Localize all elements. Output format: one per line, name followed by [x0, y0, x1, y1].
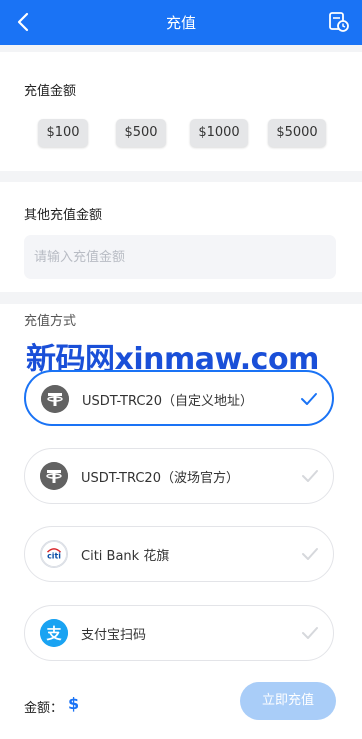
tether-icon [41, 385, 69, 413]
alipay-icon: 支 [40, 619, 68, 647]
payment-method-usdt-custom[interactable]: USDT-TRC20（自定义地址） [24, 370, 334, 426]
payment-method-alipay[interactable]: 支 支付宝扫码 [24, 605, 334, 661]
svg-text:支: 支 [45, 625, 62, 643]
custom-amount-input[interactable] [24, 235, 336, 279]
checkmark-icon [302, 548, 318, 560]
payment-method-usdt-official[interactable]: USDT-TRC20（波场官方） [24, 448, 334, 504]
recharge-submit-button[interactable]: 立即充值 [240, 682, 336, 720]
page-title: 充值 [165, 14, 196, 32]
amount-option-5000[interactable]: $5000 [268, 119, 326, 147]
payment-method-label-text: Citi Bank 花旗 [81, 549, 170, 564]
amount-option-100[interactable]: $100 [38, 119, 88, 147]
tether-icon [40, 462, 68, 490]
payment-method-label-text: USDT-TRC20（自定义地址） [82, 394, 253, 409]
currency-symbol: $ [68, 694, 80, 713]
app-header: 充值 [0, 0, 362, 45]
payment-method-label-text: 支付宝扫码 [81, 628, 147, 643]
checkmark-icon [302, 470, 318, 482]
custom-amount-section: 其他充值金额 [0, 182, 362, 292]
payment-method-label: 充值方式 [24, 314, 77, 329]
custom-amount-label: 其他充值金额 [24, 208, 103, 223]
checkmark-icon [302, 627, 318, 639]
svg-text:citi: citi [47, 552, 61, 561]
payment-method-citi-bank[interactable]: citi Citi Bank 花旗 [24, 526, 334, 582]
amount-option-1000[interactable]: $1000 [190, 119, 248, 147]
quick-amount-section: 充值金额 $100 $500 $1000 $5000 [0, 52, 362, 171]
checkmark-icon [301, 393, 317, 405]
total-amount-label: 金额： [24, 701, 64, 716]
recharge-record-icon[interactable] [328, 11, 350, 33]
amount-option-500[interactable]: $500 [116, 119, 166, 147]
payment-method-label-text: USDT-TRC20（波场官方） [81, 471, 239, 486]
citi-bank-icon: citi [40, 540, 68, 568]
payment-method-section: 充值方式 新码网xinmaw.com USDT-TRC20（自定义地址） USD… [0, 304, 362, 739]
quick-amount-label: 充值金额 [24, 84, 77, 99]
